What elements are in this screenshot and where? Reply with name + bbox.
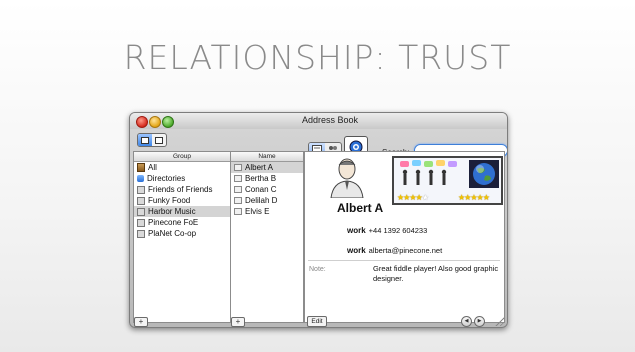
name-column-header[interactable]: Name: [231, 152, 303, 162]
group-icon: [137, 207, 145, 216]
group-item-all[interactable]: All: [134, 162, 230, 173]
trust-rating-panel: ★★★★★ ★★★★★: [392, 156, 503, 205]
trust-rating-stars-2[interactable]: ★★★★★: [458, 193, 490, 202]
name-item-delilah-d[interactable]: Delilah D: [231, 195, 303, 206]
zoom-button[interactable]: [162, 116, 174, 128]
name-item-elvis-e[interactable]: Elvis E: [231, 206, 303, 217]
window-title: Address Book: [301, 115, 359, 125]
group-item-pinecone-foe[interactable]: Pinecone FoE: [134, 217, 230, 228]
address-book-window: Address Book Search: Group All: [129, 112, 508, 328]
group-item-harbor-music[interactable]: Harbor Music: [134, 206, 230, 217]
contact-name: Albert A: [337, 201, 384, 215]
people-network-icon: [400, 160, 457, 185]
group-icon: [137, 196, 145, 205]
name-item-bertha-b[interactable]: Bertha B: [231, 173, 303, 184]
directories-icon: [137, 175, 144, 182]
group-icon: [137, 218, 145, 227]
name-column: Name Albert A Bertha B Conan C Delilah D…: [230, 151, 304, 323]
contact-card-icon: [234, 197, 242, 204]
contact-card-icon: [234, 164, 242, 171]
chevron-right-icon: ▶: [477, 318, 482, 324]
contact-card-icon: [234, 186, 242, 193]
previous-card-button[interactable]: ◀: [461, 316, 472, 327]
group-item-planet-co-op[interactable]: PlaNet Co-op: [134, 228, 230, 239]
person-avatar-icon: [330, 158, 364, 198]
name-item-albert-a[interactable]: Albert A: [231, 162, 303, 173]
edit-button[interactable]: Edit: [307, 316, 327, 327]
title-bar: Address Book: [130, 113, 507, 129]
chevron-left-icon: ◀: [464, 318, 469, 324]
minimize-button[interactable]: [149, 116, 161, 128]
group-icon: [137, 229, 145, 238]
divider: [308, 260, 500, 261]
three-column-view-button[interactable]: [138, 134, 152, 146]
contact-card-icon: [234, 208, 242, 215]
slide-title: RELATIONSHIP: TRUST: [123, 38, 512, 77]
group-item-funky-food[interactable]: Funky Food: [134, 195, 230, 206]
card-only-view-button[interactable]: [152, 134, 166, 146]
group-item-directories[interactable]: Directories: [134, 173, 230, 184]
email-field[interactable]: work alberta@pinecone.net: [347, 246, 442, 255]
toolbar: Search:: [130, 129, 507, 158]
columns-icon: [141, 136, 149, 144]
name-item-conan-c[interactable]: Conan C: [231, 184, 303, 195]
next-card-button[interactable]: ▶: [474, 316, 485, 327]
contact-card: Albert A ★★★★★ ★★★★★ work +44 1392 60423…: [304, 151, 505, 323]
group-column-header[interactable]: Group: [134, 152, 230, 162]
close-button[interactable]: [136, 116, 148, 128]
group-item-friends-of-friends[interactable]: Friends of Friends: [134, 184, 230, 195]
group-icon: [137, 185, 145, 194]
all-icon: [137, 163, 145, 172]
trust-rating-stars-1[interactable]: ★★★★★: [397, 193, 429, 202]
group-column: Group All Directories Friends of Friends…: [133, 151, 231, 323]
card-icon: [155, 136, 163, 144]
globe-icon: [469, 160, 499, 188]
view-mode-control[interactable]: [137, 133, 167, 147]
contact-card-icon: [234, 175, 242, 182]
add-group-button[interactable]: +: [134, 317, 148, 327]
phone-field[interactable]: work +44 1392 604233: [347, 226, 427, 235]
note-text[interactable]: Great fiddle player! Also good graphic d…: [373, 264, 499, 284]
note-label: Note:: [309, 266, 326, 273]
add-contact-button[interactable]: +: [231, 317, 245, 327]
